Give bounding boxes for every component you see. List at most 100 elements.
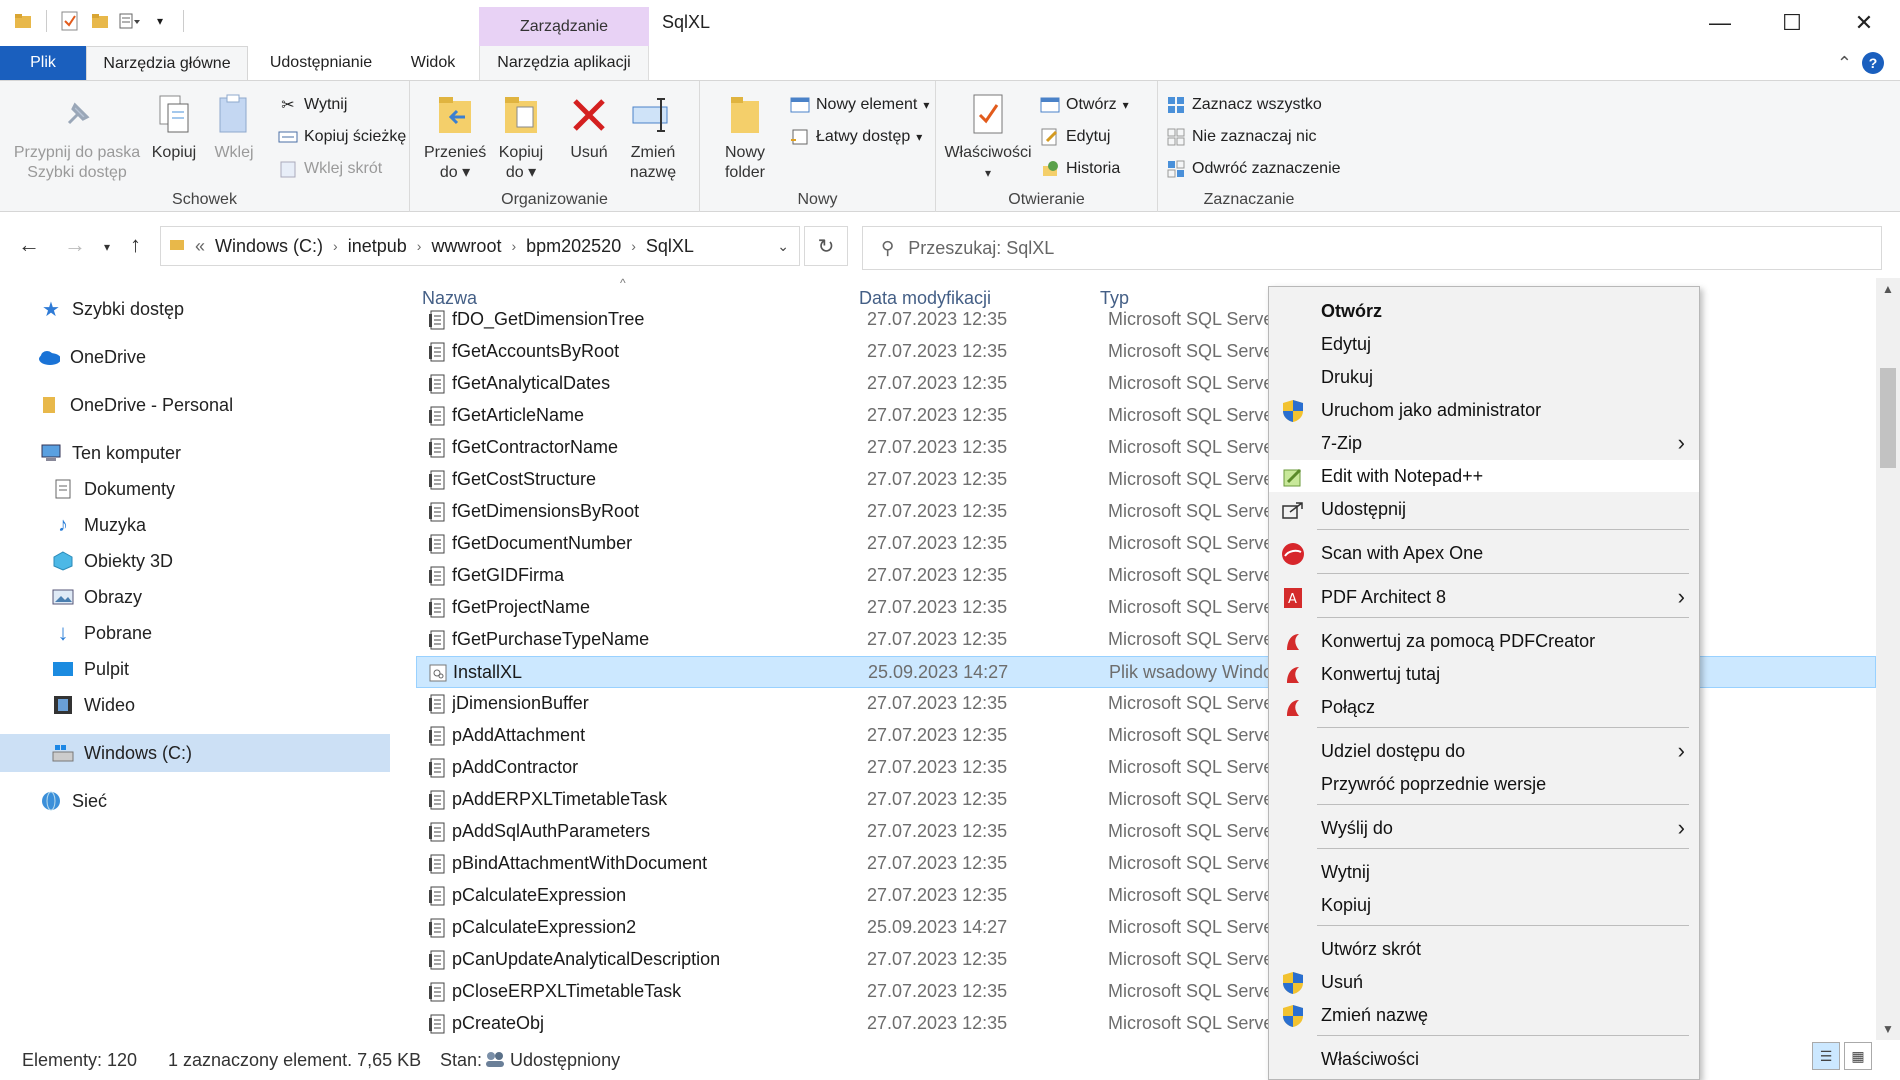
close-button[interactable]: ✕: [1828, 0, 1900, 46]
menu-item-pdf-architect[interactable]: A PDF Architect 8 ›: [1269, 581, 1699, 613]
menu-item-notepadpp[interactable]: Edit with Notepad++: [1269, 460, 1699, 492]
pin-quick-access-button[interactable]: Przypnij do paska Szybki dostęp: [12, 91, 142, 183]
submenu-chevron-icon: ›: [1677, 738, 1685, 763]
tab-application-tools[interactable]: Narzędzia aplikacji: [479, 46, 649, 80]
select-all-button[interactable]: Zaznacz wszystko: [1166, 95, 1322, 115]
breadcrumb-item[interactable]: inetpub: [348, 236, 407, 257]
nav-3d-objects[interactable]: Obiekty 3D: [52, 544, 173, 578]
scrollbar-thumb[interactable]: [1880, 368, 1896, 468]
scroll-down-arrow-icon[interactable]: ▼: [1882, 1022, 1894, 1036]
file-name: fGetAnalyticalDates: [452, 373, 611, 393]
large-icons-view-icon[interactable]: ▦: [1844, 1042, 1872, 1070]
nav-downloads[interactable]: ↓ Pobrane: [52, 616, 153, 650]
recent-locations-chevron-icon[interactable]: ▾: [104, 240, 110, 254]
nav-onedrive[interactable]: OneDrive: [38, 340, 146, 374]
menu-item-run-as-admin[interactable]: Uruchom jako administrator: [1269, 394, 1699, 426]
up-arrow-icon[interactable]: ↑: [130, 232, 141, 258]
cut-button[interactable]: ✂ Wytnij: [278, 95, 347, 115]
customize-toolbar-chevron-icon[interactable]: ▾: [149, 10, 171, 32]
tab-share[interactable]: Udostępnianie: [248, 46, 394, 80]
chevron-right-icon[interactable]: ›: [631, 238, 636, 254]
menu-item-rename[interactable]: Zmień nazwę: [1269, 999, 1699, 1031]
menu-item-merge[interactable]: Połącz: [1269, 691, 1699, 723]
customize-view-icon[interactable]: [119, 10, 141, 32]
menu-label: Zmień nazwę: [1321, 1004, 1429, 1025]
tab-home[interactable]: Narzędzia główne: [86, 46, 248, 80]
chevron-right-icon[interactable]: ›: [333, 238, 338, 254]
paste-button[interactable]: Wklej: [206, 91, 262, 163]
easy-access-button[interactable]: Łatwy dostęp ▾: [790, 127, 922, 147]
menu-item-share[interactable]: Udostępnij: [1269, 493, 1699, 525]
properties-check-icon[interactable]: [59, 10, 81, 32]
menu-item-properties[interactable]: Właściwości: [1269, 1043, 1699, 1075]
invert-selection-button[interactable]: Odwróć zaznaczenie: [1166, 159, 1341, 179]
menu-item-delete[interactable]: Usuń: [1269, 966, 1699, 998]
nav-windows-c[interactable]: Windows (C:): [52, 736, 192, 770]
edit-button[interactable]: Edytuj: [1040, 127, 1110, 147]
menu-item-print[interactable]: Drukuj: [1269, 361, 1699, 393]
nav-desktop[interactable]: Pulpit: [52, 652, 129, 686]
copy-to-button[interactable]: Kopiuj do ▾: [490, 91, 552, 183]
menu-item-7zip[interactable]: 7-Zip ›: [1269, 427, 1699, 459]
forward-arrow-icon[interactable]: →: [64, 232, 86, 258]
menu-item-edit[interactable]: Edytuj: [1269, 328, 1699, 360]
breadcrumb-item[interactable]: Windows (C:): [215, 236, 323, 257]
menu-item-cut[interactable]: Wytnij: [1269, 856, 1699, 888]
nav-pictures[interactable]: Obrazy: [52, 580, 142, 614]
menu-item-open[interactable]: Otwórz: [1269, 295, 1699, 327]
folder-icon[interactable]: [12, 10, 34, 32]
tab-view[interactable]: Widok: [394, 46, 472, 80]
menu-item-give-access[interactable]: Udziel dostępu do ›: [1269, 735, 1699, 767]
breadcrumb-item[interactable]: SqlXL: [646, 236, 694, 257]
nav-network[interactable]: Sieć: [40, 784, 107, 818]
chevron-right-icon[interactable]: ›: [417, 238, 422, 254]
delete-button[interactable]: Usuń: [562, 91, 616, 163]
details-view-icon[interactable]: ☰: [1812, 1042, 1840, 1070]
sql-file-icon: [428, 310, 446, 330]
breadcrumb-overflow[interactable]: «: [195, 236, 205, 257]
paste-shortcut-button[interactable]: Wklej skrót: [278, 159, 382, 179]
scroll-up-arrow-icon[interactable]: ▲: [1882, 282, 1894, 296]
maximize-button[interactable]: ☐: [1756, 0, 1828, 46]
chevron-right-icon[interactable]: ›: [511, 238, 516, 254]
new-folder-button[interactable]: Nowy folder: [712, 91, 778, 183]
rename-button[interactable]: Zmień nazwę: [622, 91, 684, 183]
collapse-ribbon-icon[interactable]: ⌃: [1837, 53, 1852, 74]
menu-item-copy[interactable]: Kopiuj: [1269, 889, 1699, 921]
menu-item-apex-scan[interactable]: Scan with Apex One: [1269, 537, 1699, 569]
help-icon[interactable]: ?: [1862, 52, 1884, 74]
nav-documents[interactable]: Dokumenty: [52, 472, 175, 506]
breadcrumb[interactable]: « Windows (C:) › inetpub › wwwroot › bpm…: [160, 226, 800, 266]
menu-item-create-shortcut[interactable]: Utwórz skrót: [1269, 933, 1699, 965]
menu-item-send-to[interactable]: Wyślij do ›: [1269, 812, 1699, 844]
copy-path-button[interactable]: Kopiuj ścieżkę: [278, 127, 406, 147]
nav-videos[interactable]: Wideo: [52, 688, 135, 722]
pdfcreator-icon: [1281, 663, 1305, 687]
vertical-scrollbar[interactable]: ▲ ▼: [1876, 278, 1900, 1040]
breadcrumb-item[interactable]: bpm202520: [526, 236, 621, 257]
refresh-button[interactable]: ↻: [804, 226, 848, 266]
properties-button[interactable]: Właściwości ▾: [944, 91, 1032, 183]
search-input[interactable]: ⚲ Przeszukaj: SqlXL: [862, 226, 1882, 270]
title-bar: ▾ Zarządzanie SqlXL — ☐ ✕: [0, 0, 1900, 46]
select-none-button[interactable]: Nie zaznaczaj nic: [1166, 127, 1317, 147]
address-dropdown-icon[interactable]: ⌄: [777, 238, 789, 255]
nav-onedrive-personal[interactable]: OneDrive - Personal: [38, 388, 233, 422]
copy-button[interactable]: Kopiuj: [146, 91, 202, 163]
tab-file[interactable]: Plik: [0, 46, 86, 80]
open-button[interactable]: Otwórz ▾: [1040, 95, 1129, 115]
back-arrow-icon[interactable]: ←: [18, 232, 40, 258]
menu-item-convert-here[interactable]: Konwertuj tutaj: [1269, 658, 1699, 690]
nav-music[interactable]: ♪ Muzyka: [52, 508, 146, 542]
new-folder-icon[interactable]: [89, 10, 111, 32]
history-button[interactable]: Historia: [1040, 159, 1120, 179]
breadcrumb-item[interactable]: wwwroot: [431, 236, 501, 257]
menu-item-pdfcreator-convert[interactable]: Konwertuj za pomocą PDFCreator: [1269, 625, 1699, 657]
nav-this-pc[interactable]: Ten komputer: [40, 436, 181, 470]
minimize-button[interactable]: —: [1684, 0, 1756, 46]
new-item-button[interactable]: Nowy element ▾: [790, 95, 929, 115]
nav-quick-access[interactable]: ★ Szybki dostęp: [40, 292, 184, 326]
move-to-button[interactable]: Przenieś do ▾: [424, 91, 486, 183]
menu-item-restore-versions[interactable]: Przywróć poprzednie wersje: [1269, 768, 1699, 800]
manage-contextual-tab[interactable]: Zarządzanie: [479, 7, 649, 46]
